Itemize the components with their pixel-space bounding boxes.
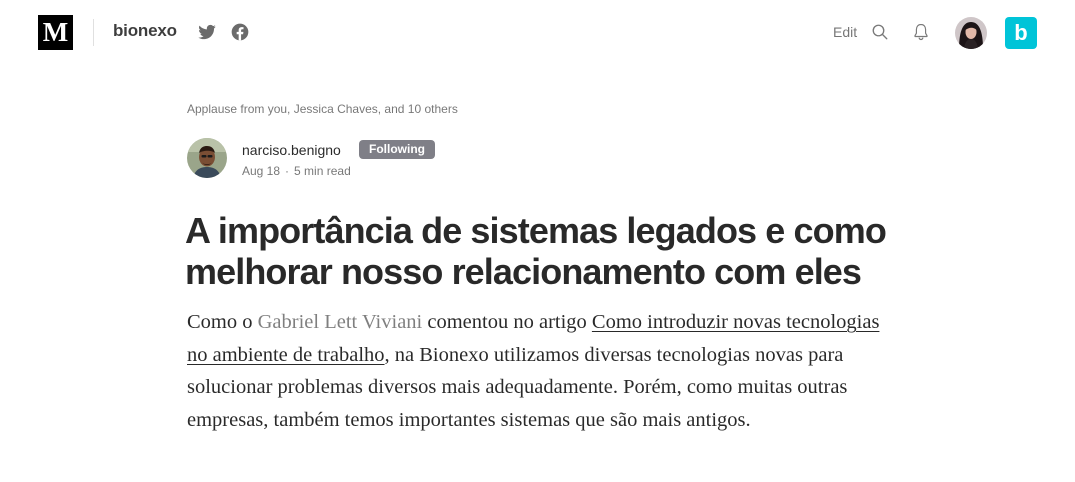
read-time: 5 min read (294, 164, 351, 178)
edit-link[interactable]: Edit (833, 24, 857, 40)
bell-icon[interactable] (911, 22, 931, 42)
following-button[interactable]: Following (359, 140, 435, 159)
author-avatar[interactable] (187, 138, 227, 178)
meta-separator: · (285, 164, 290, 178)
top-navigation-bar: M bionexo Edit b (0, 0, 1075, 65)
twitter-icon[interactable] (197, 22, 217, 42)
article-title: A importância de sistemas legados e como… (185, 210, 887, 292)
paragraph-middle: comentou no artigo (422, 311, 592, 333)
user-avatar[interactable] (955, 17, 987, 49)
facebook-icon[interactable] (230, 22, 250, 42)
applause-info: Applause from you, Jessica Chaves, and 1… (187, 102, 458, 116)
medium-logo[interactable]: M (38, 15, 73, 50)
article-paragraph: Como o Gabriel Lett Viviani comentou no … (187, 306, 887, 437)
logo-divider (93, 19, 94, 46)
article-meta: Aug 18 · 5 min read (242, 164, 351, 178)
publish-date[interactable]: Aug 18 (242, 164, 280, 178)
user-mention-link[interactable]: Gabriel Lett Viviani (258, 311, 423, 333)
search-icon[interactable] (871, 23, 889, 41)
publication-name[interactable]: bionexo (113, 21, 177, 41)
publication-logo[interactable]: b (1005, 17, 1037, 49)
paragraph-intro: Como o (187, 311, 258, 333)
author-name[interactable]: narciso.benigno (242, 142, 341, 158)
